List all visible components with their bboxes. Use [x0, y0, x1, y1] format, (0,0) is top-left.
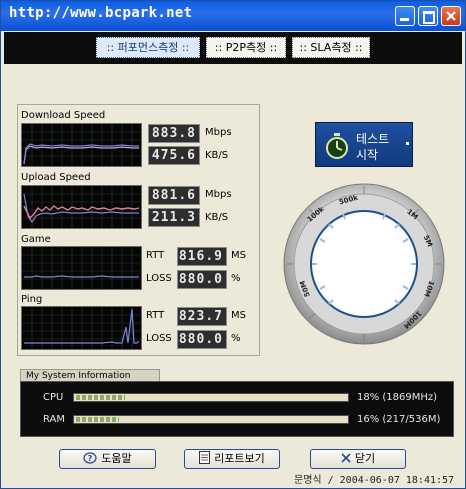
download-mbps-unit: Mbps [205, 127, 232, 138]
game-loss-unit: % [231, 273, 241, 284]
speed-gauge: 100k 500k 1M 5M 10M 50M 100M [279, 172, 449, 356]
game-loss-display: 880.0 [177, 270, 227, 289]
tab-performance[interactable]: :: 퍼포먼스측정 :: [96, 37, 200, 58]
window-title: http://www.bcpark.net [9, 5, 193, 21]
close-button[interactable]: 닫기 [310, 449, 406, 469]
measurement-panel: Download Speed 883.8 Mbps 475.6 KB/S Upl… [17, 104, 260, 356]
tab-bar: :: 퍼포먼스측정 :: :: P2P측정 :: :: SLA측정 :: [4, 32, 462, 64]
download-kbs-unit: KB/S [205, 150, 229, 161]
ping-loss-label: LOSS [146, 333, 172, 344]
ram-value: 16% (217/536M) [357, 414, 441, 425]
maximize-button[interactable] [418, 6, 438, 26]
ping-rtt-unit: MS [231, 310, 246, 321]
report-icon [199, 450, 211, 468]
ping-loss-unit: % [231, 333, 241, 344]
upload-kbs-unit: KB/S [205, 212, 229, 223]
status-text: 문명식 / 2004-06-07 18:41:57 [294, 475, 455, 486]
svg-text:?: ? [88, 454, 93, 463]
ping-label: Ping [21, 294, 43, 305]
cpu-bar [73, 393, 349, 402]
game-rtt-unit: MS [231, 250, 246, 261]
cpu-label: CPU [43, 392, 64, 403]
game-graph [21, 246, 142, 290]
minimize-icon [400, 18, 409, 21]
upload-graph [21, 185, 142, 229]
start-button-arrow [406, 142, 409, 145]
help-button[interactable]: ? 도움말 [59, 449, 156, 469]
cpu-bar-fill [76, 395, 125, 400]
start-button-line1: 테스트 [356, 132, 390, 146]
upload-kbs-display: 211.3 [148, 208, 200, 227]
title-bar[interactable]: http://www.bcpark.net [1, 1, 465, 31]
ping-rtt-display: 823.7 [177, 307, 227, 326]
close-label: 닫기 [354, 452, 376, 465]
ram-bar [73, 415, 349, 424]
upload-label: Upload Speed [21, 172, 91, 183]
game-rtt-label: RTT [146, 250, 165, 261]
help-icon: ? [83, 450, 97, 468]
start-test-button[interactable]: 테스트 시작 [315, 122, 413, 167]
game-loss-label: LOSS [146, 273, 172, 284]
start-button-line2: 시작 [356, 148, 379, 162]
upload-mbps-display: 881.6 [148, 186, 200, 205]
download-kbs-display: 475.6 [148, 146, 200, 165]
ping-graph [21, 306, 142, 350]
ram-label: RAM [43, 414, 66, 425]
sysinfo-panel: CPU 18% (1869MHz) RAM 16% (217/536M) [20, 381, 454, 437]
game-label: Game [21, 234, 51, 245]
close-window-button[interactable] [441, 6, 461, 26]
tab-sla[interactable]: :: SLA측정 :: [292, 37, 370, 58]
cpu-value: 18% (1869MHz) [357, 392, 438, 403]
minimize-button[interactable] [395, 6, 415, 26]
main-content: Download Speed 883.8 Mbps 475.6 KB/S Upl… [4, 64, 462, 488]
close-icon [446, 11, 456, 21]
tab-p2p[interactable]: :: P2P측정 :: [206, 37, 286, 58]
upload-mbps-unit: Mbps [205, 189, 232, 200]
ping-rtt-label: RTT [146, 310, 165, 321]
report-button[interactable]: 리포트보기 [184, 449, 280, 469]
stopwatch-icon [326, 133, 348, 159]
download-graph [21, 123, 142, 167]
ram-bar-fill [76, 417, 119, 422]
download-label: Download Speed [21, 110, 106, 121]
report-label: 리포트보기 [214, 452, 265, 465]
x-icon [341, 450, 351, 468]
app-window: http://www.bcpark.net :: 퍼포먼스측정 :: :: P2… [0, 0, 466, 489]
game-rtt-display: 816.9 [177, 247, 227, 266]
ping-loss-display: 880.0 [177, 330, 227, 349]
help-label: 도움말 [101, 452, 132, 465]
download-mbps-display: 883.8 [148, 124, 200, 143]
maximize-icon [423, 11, 435, 24]
